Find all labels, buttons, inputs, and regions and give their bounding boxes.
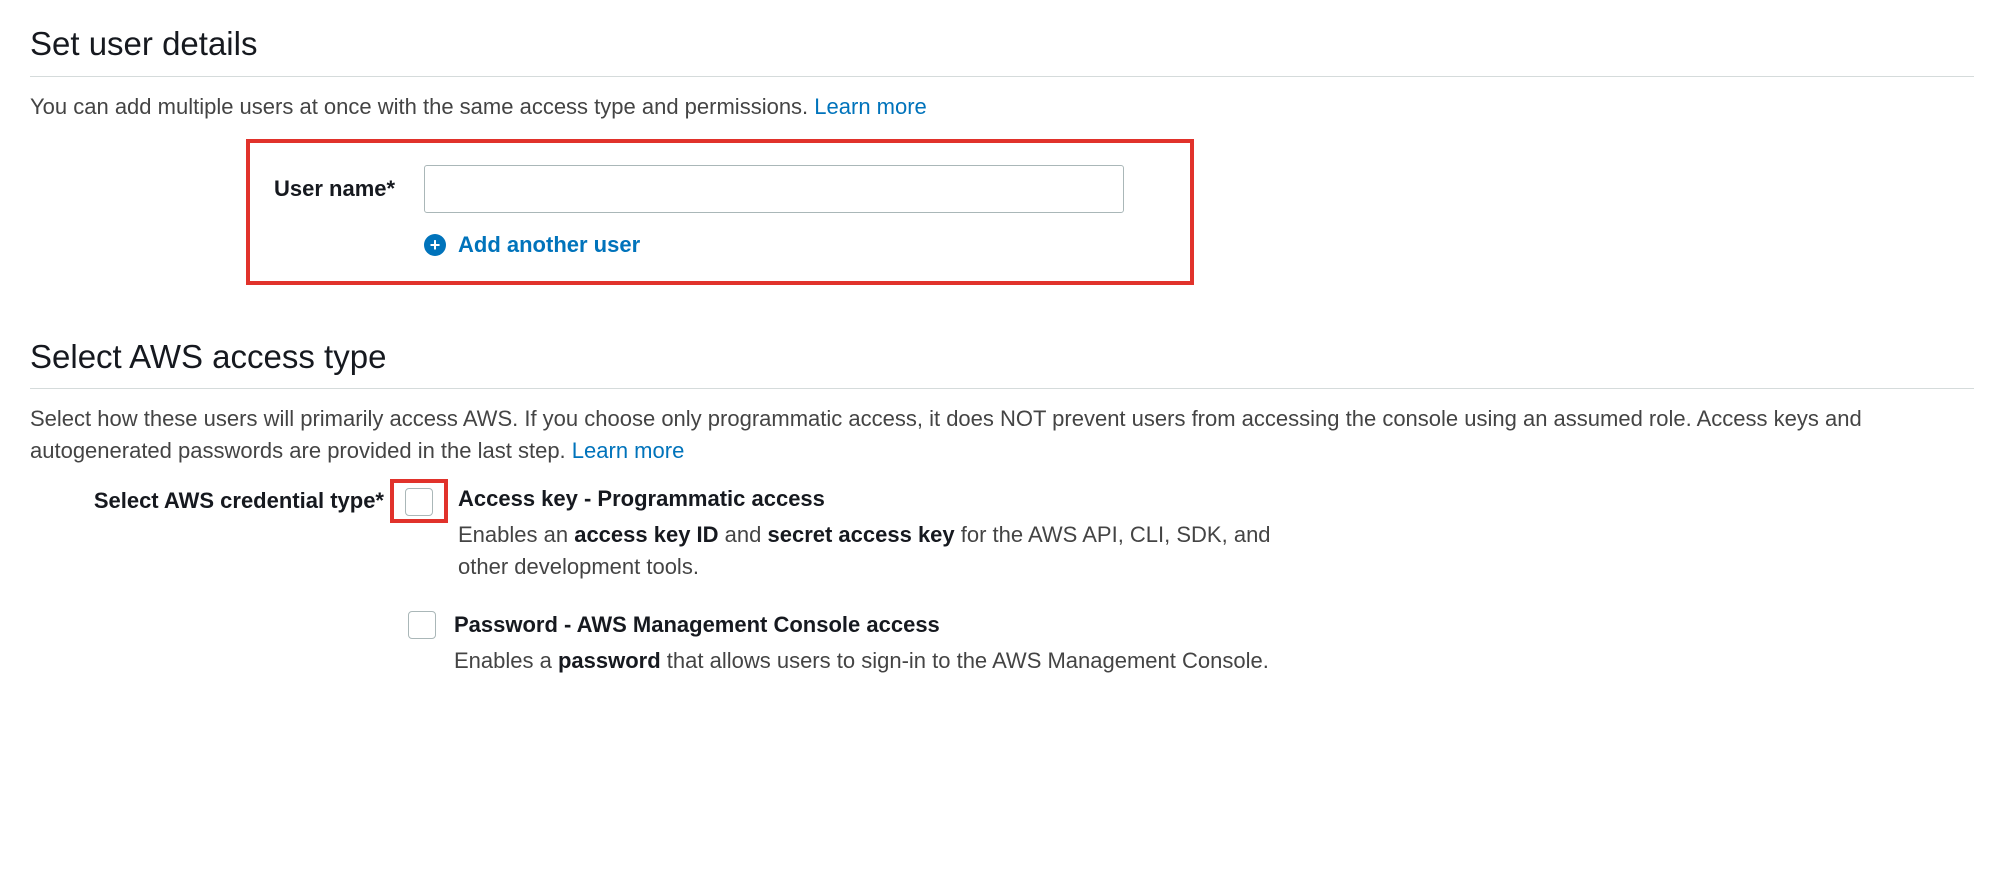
section-heading-access-type: Select AWS access type	[30, 333, 1974, 381]
username-label: User name*	[274, 173, 424, 205]
desc-part: that allows users to sign-in to the AWS …	[661, 648, 1269, 673]
access-key-text: Access key - Programmatic access Enables…	[448, 483, 1288, 583]
add-another-user-link[interactable]: Add another user	[458, 229, 640, 261]
learn-more-link[interactable]: Learn more	[814, 94, 927, 119]
add-another-user-row[interactable]: + Add another user	[424, 229, 1166, 261]
plus-circle-icon: +	[424, 234, 446, 256]
credential-option-access-key: Access key - Programmatic access Enables…	[400, 483, 1974, 583]
access-key-title: Access key - Programmatic access	[458, 483, 1288, 515]
credential-options: Access key - Programmatic access Enables…	[400, 483, 1974, 702]
section-divider	[30, 76, 1974, 77]
access-key-checkbox-highlight	[390, 479, 448, 523]
credential-option-password: Password - AWS Management Console access…	[400, 609, 1974, 677]
credential-type-block: Select AWS credential type* Access key -…	[30, 483, 1974, 702]
password-title: Password - AWS Management Console access	[454, 609, 1269, 641]
password-text: Password - AWS Management Console access…	[444, 609, 1269, 677]
section-divider	[30, 388, 1974, 389]
username-field-row: User name*	[274, 165, 1166, 213]
section-desc-text: You can add multiple users at once with …	[30, 94, 814, 119]
password-checkbox[interactable]	[408, 611, 436, 639]
desc-part: Enables an	[458, 522, 574, 547]
desc-bold: password	[558, 648, 661, 673]
username-input[interactable]	[424, 165, 1124, 213]
desc-part: and	[719, 522, 768, 547]
username-highlight-box: User name* + Add another user	[246, 139, 1194, 285]
section-desc-text: Select how these users will primarily ac…	[30, 406, 1862, 463]
access-key-checkbox[interactable]	[405, 488, 433, 516]
section-desc-user-details: You can add multiple users at once with …	[30, 91, 1974, 123]
desc-part: Enables a	[454, 648, 558, 673]
desc-bold: secret access key	[767, 522, 954, 547]
password-checkbox-wrap	[400, 609, 444, 639]
section-access-type: Select AWS access type Select how these …	[30, 333, 1974, 703]
section-desc-access-type: Select how these users will primarily ac…	[30, 403, 1974, 467]
password-desc: Enables a password that allows users to …	[454, 645, 1269, 677]
learn-more-link[interactable]: Learn more	[572, 438, 685, 463]
section-heading-user-details: Set user details	[30, 20, 1974, 68]
desc-bold: access key ID	[574, 522, 718, 547]
credential-type-label: Select AWS credential type*	[30, 483, 400, 517]
access-key-desc: Enables an access key ID and secret acce…	[458, 519, 1288, 583]
